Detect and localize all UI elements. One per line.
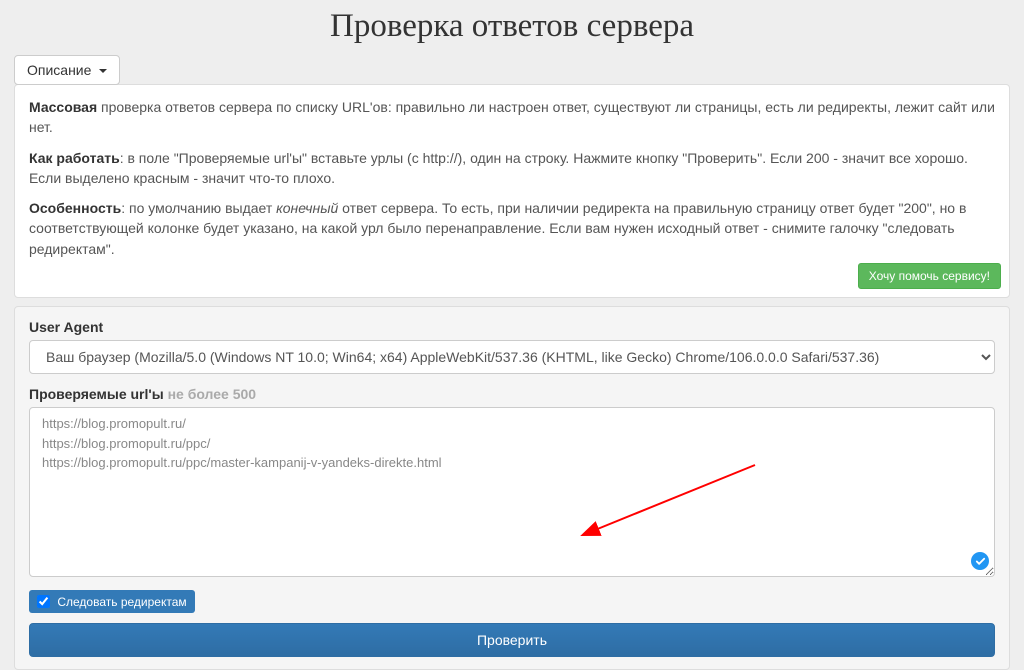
help-service-button[interactable]: Хочу помочь сервису! [858, 263, 1001, 289]
follow-redirects-text: Следовать редиректам [57, 595, 186, 609]
description-paragraph: Как работать: в поле "Проверяемые url'ы"… [29, 148, 995, 189]
description-paragraph: Массовая проверка ответов сервера по спи… [29, 97, 995, 138]
user-agent-label: User Agent [29, 319, 995, 335]
description-paragraph: Особенность: по умолчанию выдает конечны… [29, 198, 995, 259]
chevron-down-icon [99, 69, 107, 73]
description-dropdown-button[interactable]: Описание [14, 55, 120, 85]
urls-note: не более 500 [164, 386, 256, 402]
urls-label: Проверяемые url'ы не более 500 [29, 386, 995, 402]
follow-redirects-checkbox-label[interactable]: Следовать редиректам [29, 590, 195, 613]
urls-textarea[interactable] [29, 407, 995, 577]
form-panel: User Agent Ваш браузер (Mozilla/5.0 (Win… [14, 306, 1010, 670]
follow-redirects-checkbox[interactable] [37, 595, 50, 608]
description-panel: Массовая проверка ответов сервера по спи… [14, 84, 1010, 298]
dropdown-label: Описание [27, 62, 91, 78]
check-icon [971, 552, 989, 570]
submit-button[interactable]: Проверить [29, 623, 995, 657]
user-agent-select[interactable]: Ваш браузер (Mozilla/5.0 (Windows NT 10.… [29, 340, 995, 374]
page-title: Проверка ответов сервера [0, 0, 1024, 55]
